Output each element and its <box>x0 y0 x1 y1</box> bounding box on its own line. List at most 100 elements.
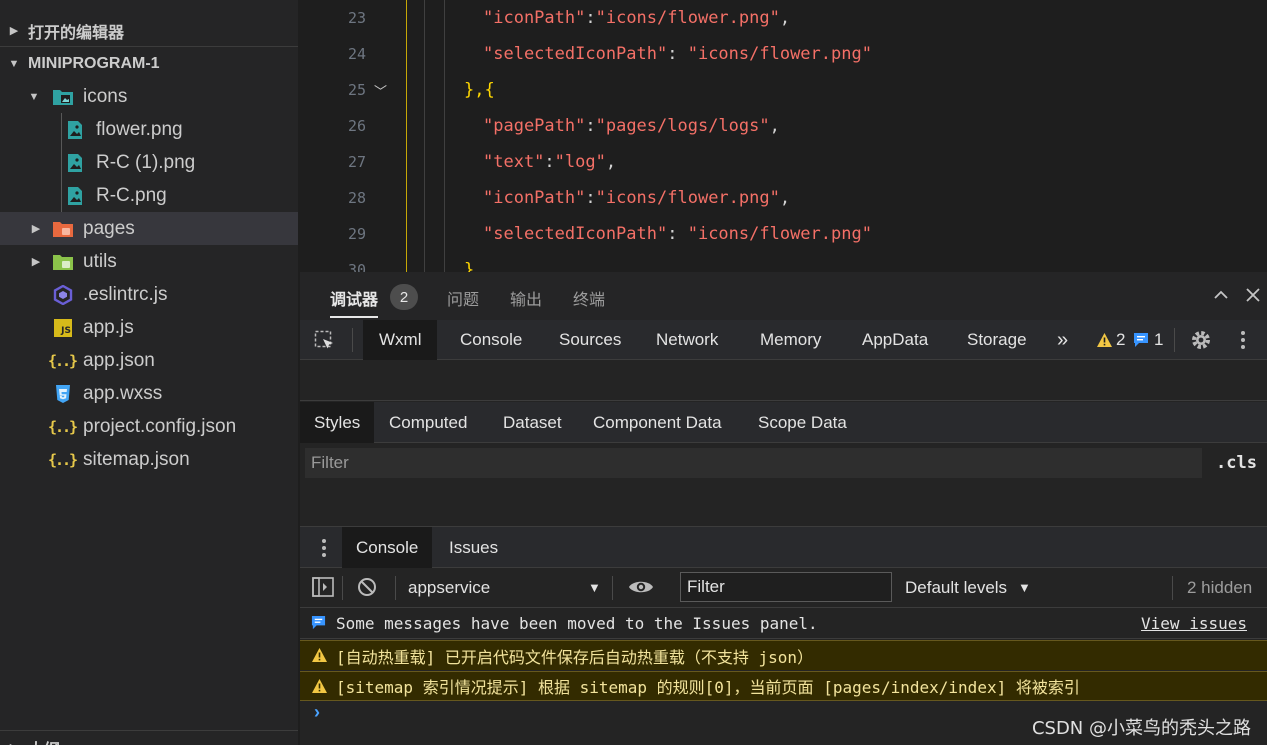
info-count[interactable]: 1 <box>1154 320 1163 360</box>
tree-item-utils-folder[interactable]: ▶ utils <box>0 245 298 278</box>
tree-item-pages-folder[interactable]: ▶ pages <box>0 212 298 245</box>
inspect-element-icon[interactable] <box>314 330 336 357</box>
outline-section-header[interactable]: ▶ 大纲 <box>0 731 298 745</box>
panel-tabbar: 调试器 2 问题 输出 终端 <box>300 272 1267 320</box>
close-icon[interactable] <box>1244 286 1262 309</box>
line-number: 24 <box>347 45 366 63</box>
fold-chevron-down-icon[interactable]: ﹀ <box>374 81 387 100</box>
tab-dataset[interactable]: Dataset <box>503 402 562 443</box>
console-toolbar: appservice ▼ Filter Default levels ▼ 2 h… <box>300 568 1267 608</box>
drawer-menu-icon[interactable] <box>321 538 327 563</box>
tree-item-project-config-json[interactable]: {..} project.config.json <box>0 410 298 443</box>
code-text: "selectedIconPath": "icons/flower.png" <box>483 224 872 244</box>
view-issues-link[interactable]: View issues <box>1141 614 1247 633</box>
gear-icon[interactable] <box>1190 329 1212 356</box>
tab-sources[interactable]: Sources <box>559 320 621 360</box>
log-levels-select[interactable]: Default levels <box>905 568 1007 608</box>
tab-network[interactable]: Network <box>656 320 718 360</box>
context-select[interactable]: appservice <box>408 568 490 608</box>
tree-item-rc-png[interactable]: R-C.png <box>0 179 298 212</box>
json-key: "iconPath" <box>483 188 586 208</box>
tree-item-label: .eslintrc.js <box>83 283 168 305</box>
sidebar-toggle-icon[interactable] <box>312 577 334 602</box>
toolbar-divider <box>612 576 613 600</box>
tab-memory[interactable]: Memory <box>760 320 821 360</box>
tab-component-data[interactable]: Component Data <box>593 402 722 443</box>
tree-item-label: R-C (1).png <box>96 151 196 173</box>
tree-item-app-json[interactable]: {..} app.json <box>0 344 298 377</box>
tab-wxml[interactable]: Wxml <box>363 320 438 360</box>
info-message-icon <box>1133 332 1149 353</box>
json-colon: : <box>544 152 555 172</box>
code-line: 27 "text":"log", <box>298 144 1267 180</box>
tab-appdata[interactable]: AppData <box>862 320 928 360</box>
clear-console-icon[interactable] <box>357 577 377 602</box>
console-filter-input[interactable]: Filter <box>680 572 892 602</box>
chevron-up-icon[interactable] <box>1212 286 1230 309</box>
more-tabs-icon[interactable]: » <box>1057 320 1068 360</box>
drawer-tab-issues[interactable]: Issues <box>449 527 498 568</box>
project-section-header[interactable]: ▼ MINIPROGRAM-1 <box>0 47 298 80</box>
tab-styles[interactable]: Styles <box>300 402 375 443</box>
kebab-menu-icon[interactable] <box>1240 330 1246 355</box>
code-line: 25 ﹀ },{ <box>298 72 1267 108</box>
tree-item-rc1-png[interactable]: R-C (1).png <box>0 146 298 179</box>
image-file-icon <box>64 152 86 174</box>
tab-computed[interactable]: Computed <box>389 402 467 443</box>
open-editors-section-header[interactable]: ▶ 打开的编辑器 <box>0 14 298 47</box>
json-badge: {..} <box>47 417 78 436</box>
drawer-tab-console[interactable]: Console <box>342 527 433 568</box>
tab-console[interactable]: Console <box>460 320 522 360</box>
json-colon: : <box>667 44 688 64</box>
javascript-file-icon: JS <box>52 317 74 339</box>
chevron-right-icon: ▶ <box>9 25 19 37</box>
json-value: "pages/logs/logs" <box>595 116 770 136</box>
image-folder-icon <box>52 86 74 108</box>
info-message-icon <box>311 615 326 634</box>
code-line: 30 } <box>298 252 1267 272</box>
code-line: 29 "selectedIconPath": "icons/flower.png… <box>298 216 1267 252</box>
tree-item-app-js[interactable]: JS app.js <box>0 311 298 344</box>
outline-title: 大纲 <box>28 736 60 745</box>
code-line: 28 "iconPath":"icons/flower.png", <box>298 180 1267 216</box>
tab-terminal[interactable]: 终端 <box>573 286 605 310</box>
code-text: },{ <box>464 80 495 100</box>
chevron-right-icon: ▶ <box>0 741 28 745</box>
warning-count[interactable]: 2 <box>1116 320 1125 360</box>
code-editor[interactable]: 23 "iconPath":"icons/flower.png", 24 "se… <box>298 0 1267 272</box>
json-key: "iconPath" <box>483 8 586 28</box>
drawer-tabbar: Console Issues <box>300 527 1267 568</box>
console-prompt[interactable]: › <box>314 702 320 723</box>
active-tab-underline <box>330 316 378 318</box>
cls-toggle-button[interactable]: .cls <box>1216 448 1257 478</box>
tab-storage[interactable]: Storage <box>967 320 1027 360</box>
tree-item-sitemap-json[interactable]: {..} sitemap.json <box>0 443 298 476</box>
tree-item-label: sitemap.json <box>83 448 190 470</box>
line-number: 23 <box>347 9 366 27</box>
line-number: 29 <box>347 225 366 243</box>
tree-item-eslintrc[interactable]: .eslintrc.js <box>0 278 298 311</box>
tab-problems[interactable]: 问题 <box>447 286 479 310</box>
image-file-icon <box>64 185 86 207</box>
tab-debugger[interactable]: 调试器 <box>330 286 378 310</box>
tab-output[interactable]: 输出 <box>510 286 542 310</box>
tree-item-icons-folder[interactable]: ▼ icons <box>0 80 298 113</box>
json-file-icon: {..} <box>47 416 78 438</box>
dropdown-arrow-icon[interactable]: ▼ <box>588 568 601 608</box>
json-file-icon: {..} <box>48 449 78 471</box>
toolbar-divider <box>395 576 396 600</box>
toolbar-divider <box>1174 328 1175 352</box>
json-colon: : <box>585 8 596 28</box>
js-badge: JS <box>54 318 72 337</box>
code-text: "iconPath":"icons/flower.png", <box>483 188 790 208</box>
line-number: 30 <box>347 261 366 272</box>
console-message-warning: [自动热重载] 已开启代码文件保存后自动热重载（不支持 json） <box>300 640 1267 670</box>
toolbar-divider <box>1172 576 1173 600</box>
eye-icon[interactable] <box>628 578 654 601</box>
tree-item-flower-png[interactable]: flower.png <box>0 113 298 146</box>
styles-filter-input[interactable]: Filter <box>305 448 1202 478</box>
tab-scope-data[interactable]: Scope Data <box>758 402 847 443</box>
code-line: 26 "pagePath":"pages/logs/logs", <box>298 108 1267 144</box>
tree-item-app-wxss[interactable]: app.wxss <box>0 377 298 410</box>
dropdown-arrow-icon[interactable]: ▼ <box>1018 568 1031 608</box>
